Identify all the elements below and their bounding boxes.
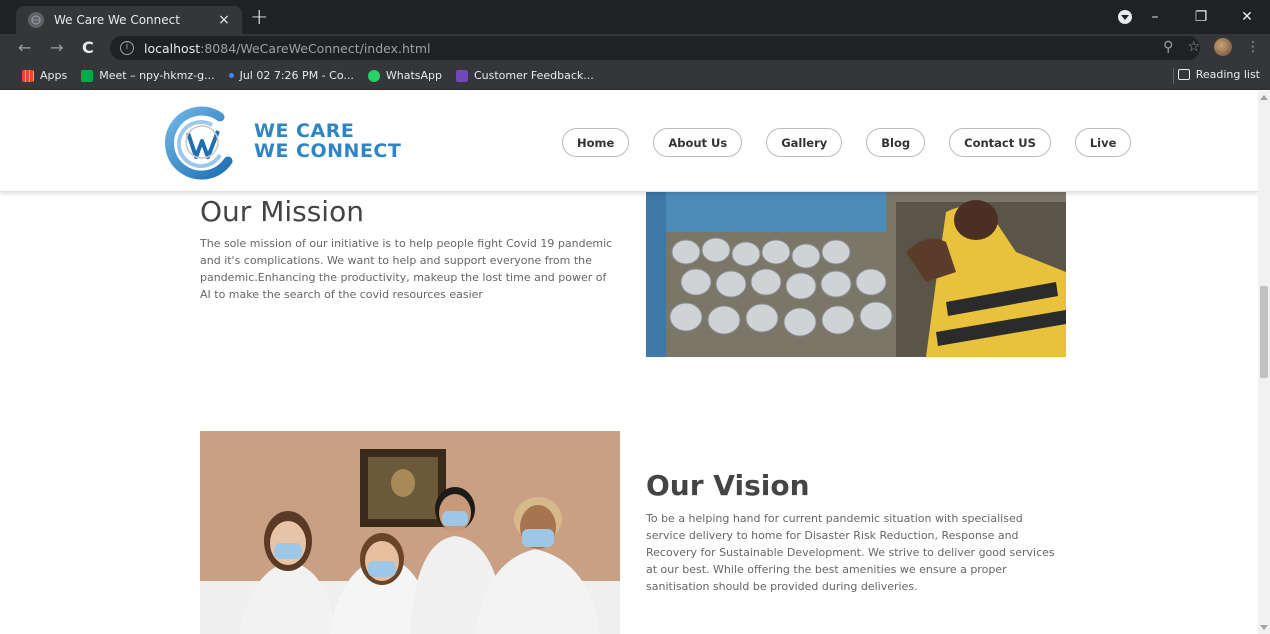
more-menu-icon[interactable]: ⋮ [1246,39,1260,55]
bookmark-whatsapp[interactable]: WhatsApp [367,69,442,82]
bookmarks-bar: Apps Meet – npy-hkmz-g... Jul 02 7:26 PM… [0,62,1270,90]
site-header: WE CARE WE CONNECT Home About Us Gallery… [0,91,1258,192]
browser-tab[interactable]: We Care We Connect × [16,6,242,34]
nav-contact-us[interactable]: Contact US [949,128,1051,157]
zoom-icon[interactable]: ⚲ [1163,39,1173,55]
page-viewport: WE CARE WE CONNECT Home About Us Gallery… [0,91,1258,634]
bookmark-meet[interactable]: Meet – npy-hkmz-g... [81,69,215,82]
vision-paragraph: To be a helping hand for current pandemi… [646,512,1055,593]
address-bar[interactable]: i localhost:8084/WeCareWeConnect/index.h… [110,36,1200,60]
scroll-down-arrow-icon[interactable] [1260,625,1268,630]
scroll-thumb[interactable] [1260,286,1268,378]
dot-icon [228,73,234,78]
minimize-button[interactable]: – [1132,9,1178,25]
new-tab-button[interactable]: + [250,5,268,30]
meet-icon [81,69,94,82]
close-tab-icon[interactable]: × [214,12,234,28]
scroll-up-arrow-icon[interactable] [1260,95,1268,100]
mission-paragraph: The sole mission of our initiative is to… [200,237,613,301]
avatar[interactable] [1214,38,1232,56]
tab-title: We Care We Connect [54,13,180,27]
nav-gallery[interactable]: Gallery [766,128,843,157]
restore-button[interactable]: ❐ [1178,9,1224,25]
nav-about-us[interactable]: About Us [653,128,743,157]
close-window-button[interactable]: ✕ [1224,9,1270,25]
bookmark-star-icon[interactable]: ☆ [1187,39,1200,55]
we-care-logo-icon[interactable] [162,103,242,181]
reading-list-button[interactable]: Reading list [1177,68,1260,81]
oxygen-cylinders-image [646,192,1066,357]
browser-toolbar: ← → C i localhost:8084/WeCareWeConnect/i… [0,34,1270,62]
forms-icon [455,69,468,82]
bookmark-calendar[interactable]: Jul 02 7:26 PM - Co... [228,69,354,82]
whatsapp-icon [367,69,380,82]
back-arrow-icon[interactable]: ← [18,38,31,57]
nav-blog[interactable]: Blog [866,128,926,157]
forward-arrow-icon[interactable]: → [50,38,63,57]
profile-menu-icon[interactable] [1118,10,1132,24]
reading-list-icon [1177,69,1190,80]
window-controls: – ❐ ✕ [1132,0,1270,34]
bookmarks-divider [1173,68,1174,84]
main-nav: Home About Us Gallery Blog Contact US Li… [562,128,1155,157]
nav-live[interactable]: Live [1074,128,1132,157]
bookmark-customer-feedback[interactable]: Customer Feedback... [455,69,594,82]
mission-heading: Our Mission [200,195,364,228]
page-scrollbar[interactable] [1258,91,1270,634]
apps-grid-icon [22,69,34,82]
site-info-icon[interactable]: i [120,41,134,55]
masked-people-image [200,431,620,634]
bookmark-apps[interactable]: Apps [22,69,67,82]
brand-name: WE CARE WE CONNECT [254,120,402,162]
reload-icon[interactable]: C [82,38,94,57]
browser-tab-bar: We Care We Connect × + – ❐ ✕ [0,0,1270,34]
toolbar-actions: ⚲ ☆ ⋮ [1163,38,1260,56]
vision-heading: Our Vision [646,469,810,502]
globe-icon [28,12,44,28]
url-text: localhost:8084/WeCareWeConnect/index.htm… [144,40,431,56]
nav-home[interactable]: Home [562,128,630,157]
